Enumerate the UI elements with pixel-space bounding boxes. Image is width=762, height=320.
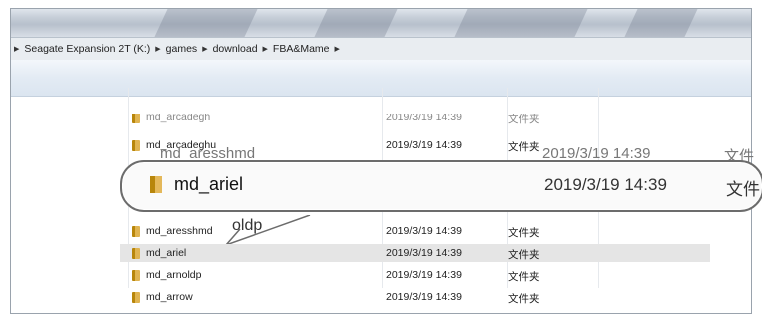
breadcrumb-fba-mame[interactable]: FBA&Mame xyxy=(273,43,330,55)
title-bar xyxy=(11,9,751,37)
folder-icon xyxy=(150,176,162,193)
toolbar xyxy=(11,60,751,97)
chevron-right-icon[interactable]: ▶ xyxy=(263,45,268,53)
zoom-callout: md_ariel 2019/3/19 14:39 文件 xyxy=(120,160,762,212)
folder-icon xyxy=(132,291,140,303)
zoom-type: 文件 xyxy=(726,180,760,199)
folder-icon xyxy=(132,114,140,123)
list-item-selected[interactable]: md_ariel 2019/3/19 14:39 文件夹 xyxy=(120,244,710,262)
navigation-pane xyxy=(11,97,107,313)
chevron-right-icon[interactable]: ▶ xyxy=(202,45,207,53)
folder-icon xyxy=(132,247,140,259)
folder-icon xyxy=(132,225,140,237)
breadcrumb-games[interactable]: games xyxy=(166,43,198,55)
list-item[interactable]: md_arnoldp 2019/3/19 14:39 文件夹 xyxy=(120,266,710,284)
zoom-under-label: oldp xyxy=(232,217,263,234)
breadcrumb-download[interactable]: download xyxy=(213,43,258,55)
folder-icon xyxy=(132,269,140,281)
zoom-name: md_ariel xyxy=(174,174,244,194)
folder-icon xyxy=(132,139,140,151)
chevron-right-icon[interactable]: ▶ xyxy=(335,45,340,53)
breadcrumb-drive[interactable]: Seagate Expansion 2T (K:) xyxy=(24,43,150,55)
zoom-date: 2019/3/19 14:39 xyxy=(544,175,667,194)
list-item[interactable]: md_aresshmd 2019/3/19 14:39 文件夹 xyxy=(120,222,710,240)
chevron-right-icon[interactable]: ▶ xyxy=(14,45,19,53)
address-bar[interactable]: ▶ Seagate Expansion 2T (K:) ▶ games ▶ do… xyxy=(11,37,751,61)
chevron-right-icon[interactable]: ▶ xyxy=(155,45,160,53)
list-item[interactable]: md_arcadegh 2019/3/19 14:39 文件夹 xyxy=(120,114,710,124)
list-item[interactable]: md_arrow 2019/3/19 14:39 文件夹 xyxy=(120,288,710,306)
